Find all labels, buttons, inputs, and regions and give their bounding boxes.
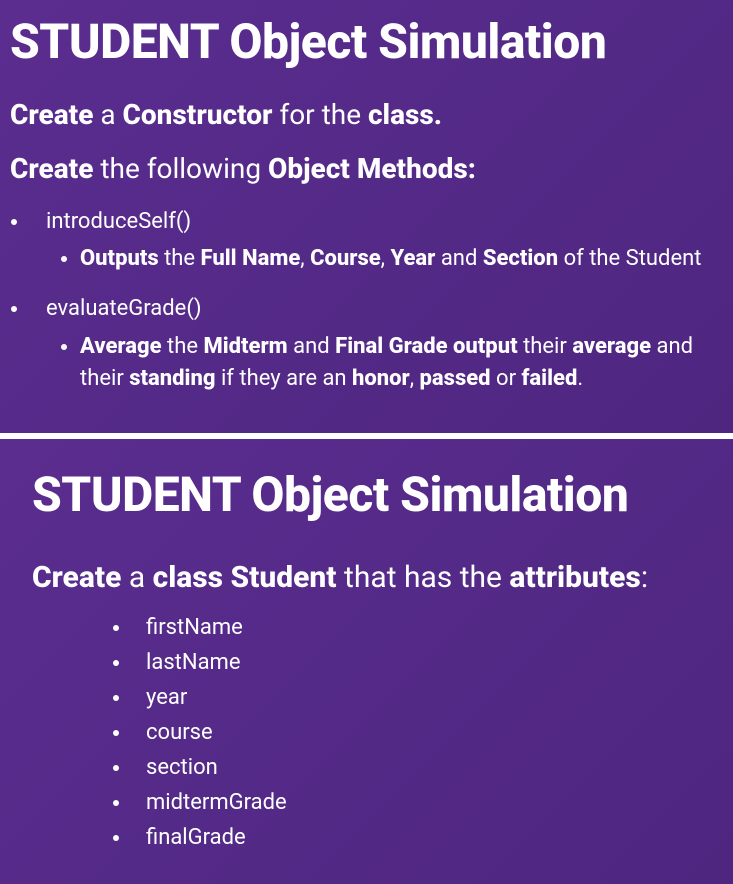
text-bold: Create: [10, 98, 100, 131]
text-bold: passed: [420, 366, 496, 391]
text: if they are an: [221, 366, 352, 391]
text: the following: [100, 152, 268, 185]
slide-2-title: STUDENT Object Simulation: [32, 469, 701, 522]
text: a: [100, 98, 122, 131]
text: the: [164, 246, 200, 271]
method-detail-list: Outputs the Full Name, Course, Year and …: [46, 243, 723, 275]
text: and: [441, 246, 483, 271]
text-bold: Outputs: [80, 246, 164, 271]
attributes-list: firstName lastName year course section m…: [32, 611, 701, 854]
constructor-instruction: Create a Constructor for the class.: [10, 97, 723, 133]
text-bold: Create: [10, 152, 100, 185]
method-item-introduce: introduceSelf() Outputs the Full Name, C…: [30, 206, 723, 276]
text-bold: Section: [483, 246, 564, 271]
text-bold: class Student: [153, 560, 344, 595]
slide-1-title: STUDENT Object Simulation: [10, 16, 723, 69]
method-name: evaluateGrade(): [46, 296, 202, 321]
attribute-item: lastName: [132, 646, 701, 679]
text: their: [523, 334, 572, 359]
text: the: [167, 334, 203, 359]
method-detail: Average the Midterm and Final Grade outp…: [80, 331, 723, 395]
text: .: [577, 366, 583, 391]
slide-1: STUDENT Object Simulation Create a Const…: [0, 0, 733, 433]
text-bold: Create: [32, 560, 129, 595]
attribute-item: midtermGrade: [132, 786, 701, 819]
text-bold: Course: [310, 246, 381, 271]
text: ,: [381, 246, 391, 271]
text-bold: Final Grade output: [335, 334, 523, 359]
attribute-item: section: [132, 751, 701, 784]
attribute-item: year: [132, 681, 701, 714]
text-bold: Midterm: [203, 334, 293, 359]
attribute-item: firstName: [132, 611, 701, 644]
slide-2: STUDENT Object Simulation Create a class…: [0, 439, 733, 884]
text: that has the: [344, 560, 509, 595]
class-instruction: Create a class Student that has the attr…: [32, 558, 701, 597]
methods-instruction: Create the following Object Methods:: [10, 151, 723, 187]
attribute-item: finalGrade: [132, 821, 701, 854]
text: and: [293, 334, 335, 359]
text-bold: standing: [129, 366, 221, 391]
method-item-evaluate: evaluateGrade() Average the Midterm and …: [30, 293, 723, 395]
text-bold: Object Methods:: [268, 152, 476, 185]
text: for the: [279, 98, 368, 131]
text-bold: class.: [368, 98, 442, 131]
method-detail-list: Average the Midterm and Final Grade outp…: [46, 331, 723, 395]
text-bold: attributes: [509, 560, 640, 595]
text-bold: Full Name: [201, 246, 301, 271]
text: or: [496, 366, 521, 391]
text: ,: [300, 246, 310, 271]
text-bold: Average: [80, 334, 167, 359]
text: ,: [410, 366, 420, 391]
text: a: [129, 560, 153, 595]
text-bold: Constructor: [123, 98, 280, 131]
text-bold: average: [572, 334, 656, 359]
method-detail: Outputs the Full Name, Course, Year and …: [80, 243, 723, 275]
methods-list: introduceSelf() Outputs the Full Name, C…: [10, 206, 723, 395]
text-bold: honor: [352, 366, 410, 391]
text: :: [641, 560, 648, 595]
attribute-item: course: [132, 716, 701, 749]
method-name: introduceSelf(): [46, 209, 191, 234]
text-bold: Year: [390, 246, 440, 271]
text-bold: failed: [522, 366, 578, 391]
text: of the Student: [564, 246, 702, 271]
